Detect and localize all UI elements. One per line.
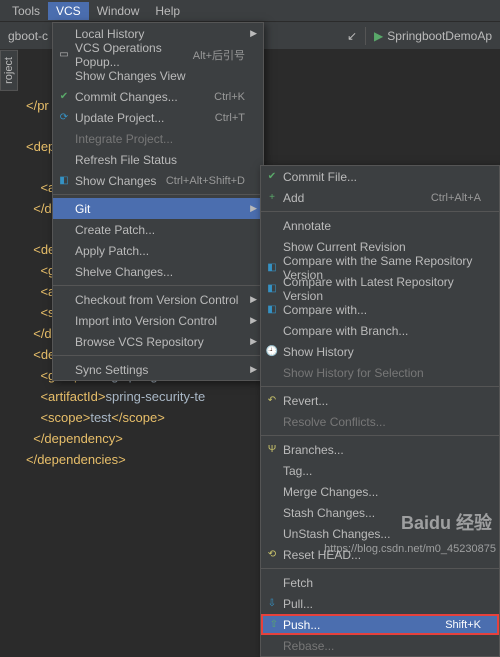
menu-item-show-history-sel: Show History for Selection <box>261 362 499 383</box>
menu-item-merge[interactable]: Merge Changes... <box>261 481 499 502</box>
submenu-arrow-icon: ▶ <box>250 203 257 214</box>
diff-icon: ◧ <box>265 261 279 275</box>
update-icon: ⟳ <box>57 111 71 125</box>
separator <box>261 568 499 569</box>
menu-item-git[interactable]: Git▶ <box>53 198 263 219</box>
history-icon: 🕘 <box>265 345 279 359</box>
commit-icon: ✔ <box>57 90 71 104</box>
menu-window[interactable]: Window <box>89 2 148 20</box>
run-icon[interactable]: ▶ <box>374 29 383 43</box>
menu-item-show-changes[interactable]: ◧Show ChangesCtrl+Alt+Shift+D <box>53 170 263 191</box>
git-submenu: ✔Commit File... +AddCtrl+Alt+A Annotate … <box>260 165 500 657</box>
menu-item-revert[interactable]: ↶Revert... <box>261 390 499 411</box>
menu-item-sync-settings[interactable]: Sync Settings▶ <box>53 359 263 380</box>
submenu-arrow-icon: ▶ <box>250 28 257 39</box>
menu-tools[interactable]: Tools <box>4 2 48 20</box>
menu-item-fetch[interactable]: Fetch <box>261 572 499 593</box>
run-config-name: SpringbootDemoAp <box>387 29 492 43</box>
menu-item-compare-with[interactable]: ◧Compare with... <box>261 299 499 320</box>
menu-item-apply-patch[interactable]: Apply Patch... <box>53 240 263 261</box>
menu-vcs[interactable]: VCS <box>48 2 89 20</box>
menu-item-compare-branch[interactable]: Compare with Branch... <box>261 320 499 341</box>
menu-item-update-project[interactable]: ⟳Update Project...Ctrl+T <box>53 107 263 128</box>
down-arrow-icon: ↙ <box>347 29 357 43</box>
separator <box>261 435 499 436</box>
menu-item-add[interactable]: +AddCtrl+Alt+A <box>261 187 499 208</box>
menubar: Tools VCS Window Help <box>0 0 500 22</box>
separator <box>365 27 366 45</box>
project-tool-window-tab[interactable]: roject <box>0 50 18 91</box>
separator <box>53 285 263 286</box>
menu-item-integrate: Integrate Project... <box>53 128 263 149</box>
watermark: Baidu 经验 <box>401 509 492 535</box>
menu-item-tag[interactable]: Tag... <box>261 460 499 481</box>
separator <box>53 355 263 356</box>
run-config[interactable]: ↙ ▶ SpringbootDemoAp <box>347 27 492 45</box>
menu-help[interactable]: Help <box>147 2 188 20</box>
vcs-dropdown-menu: Local History▶ ▭VCS Operations Popup...A… <box>52 22 264 381</box>
menu-item-refresh[interactable]: Refresh File Status <box>53 149 263 170</box>
menu-item-resolve: Resolve Conflicts... <box>261 411 499 432</box>
separator <box>261 211 499 212</box>
reset-icon: ⟲ <box>265 548 279 562</box>
separator <box>261 386 499 387</box>
menu-item-show-history[interactable]: 🕘Show History <box>261 341 499 362</box>
submenu-arrow-icon: ▶ <box>250 294 257 305</box>
menu-item-show-changes-view[interactable]: Show Changes View <box>53 65 263 86</box>
menu-item-commit-changes[interactable]: ✔Commit Changes...Ctrl+K <box>53 86 263 107</box>
submenu-arrow-icon: ▶ <box>250 336 257 347</box>
submenu-arrow-icon: ▶ <box>250 315 257 326</box>
diff-icon: ◧ <box>57 174 71 188</box>
diff-icon: ◧ <box>265 303 279 317</box>
menu-item-push[interactable]: ⇧Push...Shift+K <box>261 614 499 635</box>
menu-item-compare-latest[interactable]: ◧Compare with Latest Repository Version <box>261 278 499 299</box>
menu-item-pull[interactable]: ⇩Pull... <box>261 593 499 614</box>
branch-icon: Ψ <box>265 443 279 457</box>
menu-item-vcs-operations[interactable]: ▭VCS Operations Popup...Alt+后引号 <box>53 44 263 65</box>
menu-item-annotate[interactable]: Annotate <box>261 215 499 236</box>
add-icon: + <box>265 191 279 205</box>
commit-icon: ✔ <box>265 170 279 184</box>
menu-item-shelve[interactable]: Shelve Changes... <box>53 261 263 282</box>
diff-icon: ◧ <box>265 282 279 296</box>
pull-icon: ⇩ <box>265 597 279 611</box>
menu-item-commit-file[interactable]: ✔Commit File... <box>261 166 499 187</box>
separator <box>53 194 263 195</box>
menu-item-create-patch[interactable]: Create Patch... <box>53 219 263 240</box>
breadcrumb: gboot-c <box>8 29 48 43</box>
menu-item-rebase[interactable]: Rebase... <box>261 635 499 656</box>
popup-icon: ▭ <box>57 48 71 62</box>
menu-item-import[interactable]: Import into Version Control▶ <box>53 310 263 331</box>
menu-item-branches[interactable]: ΨBranches... <box>261 439 499 460</box>
revert-icon: ↶ <box>265 394 279 408</box>
source-url: https://blog.csdn.net/m0_45230875 <box>324 543 496 555</box>
menu-item-checkout[interactable]: Checkout from Version Control▶ <box>53 289 263 310</box>
push-icon: ⇧ <box>267 618 281 632</box>
submenu-arrow-icon: ▶ <box>250 364 257 375</box>
menu-item-browse-repo[interactable]: Browse VCS Repository▶ <box>53 331 263 352</box>
